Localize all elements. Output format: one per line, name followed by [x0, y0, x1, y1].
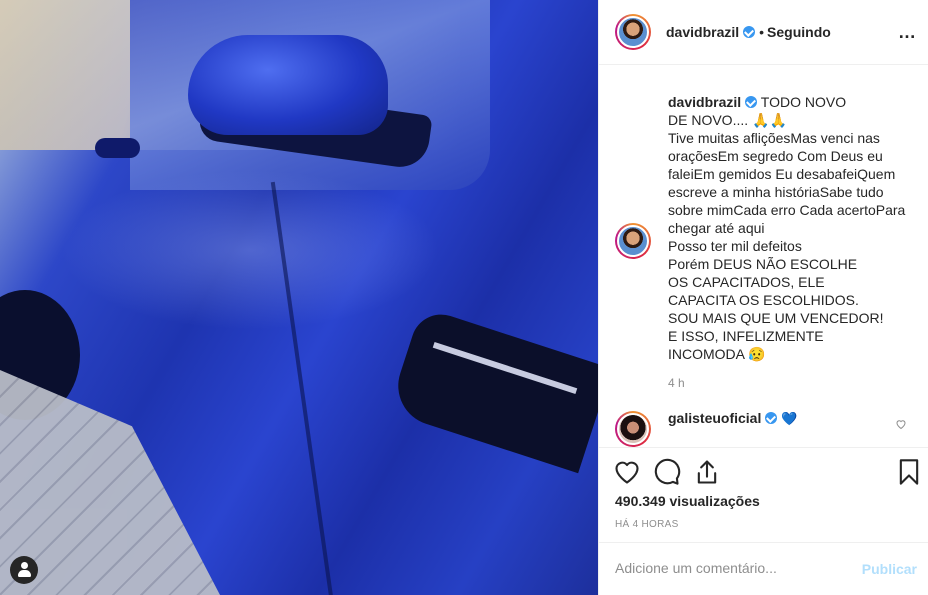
- car-side-mirror: [188, 35, 388, 135]
- comment-bubble-icon[interactable]: [653, 458, 681, 486]
- publish-button[interactable]: Publicar: [862, 561, 917, 577]
- share-icon[interactable]: [693, 458, 721, 486]
- header-user-line: davidbrazil • Seguindo: [666, 24, 831, 40]
- like-heart-icon[interactable]: [613, 458, 641, 486]
- separator-dot: •: [759, 24, 765, 40]
- post-caption: davidbrazil TODO NOVO DE NOVO.... 🙏🙏 Tiv…: [668, 93, 913, 363]
- verified-badge-icon: [765, 412, 778, 424]
- follow-status-button[interactable]: Seguindo: [767, 24, 831, 40]
- car-door-handle: [95, 138, 140, 158]
- post-actions: 490.349 visualizações HÁ 4 HORAS: [599, 447, 928, 542]
- add-comment-bar: Publicar: [599, 542, 928, 595]
- comment-input[interactable]: [615, 560, 835, 576]
- views-count[interactable]: 490.349 visualizações: [615, 493, 760, 509]
- caption-text: TODO NOVO DE NOVO.... 🙏🙏 Tive muitas afl…: [668, 94, 906, 362]
- comment-item: galisteuoficial 💙: [668, 410, 797, 427]
- comments-section: davidbrazil TODO NOVO DE NOVO.... 🙏🙏 Tiv…: [599, 65, 928, 447]
- post-side-panel: davidbrazil • Seguindo … davidbrazil TODO …: [598, 0, 928, 595]
- caption-username[interactable]: davidbrazil: [668, 94, 741, 110]
- author-username[interactable]: davidbrazil: [666, 24, 739, 40]
- verified-badge-icon: [745, 96, 758, 108]
- commenter-username[interactable]: galisteuoficial: [668, 410, 761, 426]
- save-bookmark-icon[interactable]: [895, 458, 923, 486]
- comment-text: 💙: [781, 411, 798, 426]
- verified-badge-icon: [743, 26, 756, 38]
- comment-like-heart-icon[interactable]: [895, 418, 907, 430]
- posted-time: HÁ 4 HORAS: [615, 519, 679, 530]
- car-reflection: [60, 170, 440, 330]
- post-header: davidbrazil • Seguindo …: [599, 0, 928, 65]
- caption-avatar[interactable]: [615, 223, 651, 259]
- post-video[interactable]: [0, 0, 598, 595]
- caption-timestamp[interactable]: 4 h: [668, 376, 685, 390]
- commenter-avatar[interactable]: [615, 411, 651, 447]
- tagged-users-icon[interactable]: [10, 556, 38, 584]
- author-avatar[interactable]: [615, 14, 651, 50]
- more-options-icon[interactable]: …: [898, 22, 917, 43]
